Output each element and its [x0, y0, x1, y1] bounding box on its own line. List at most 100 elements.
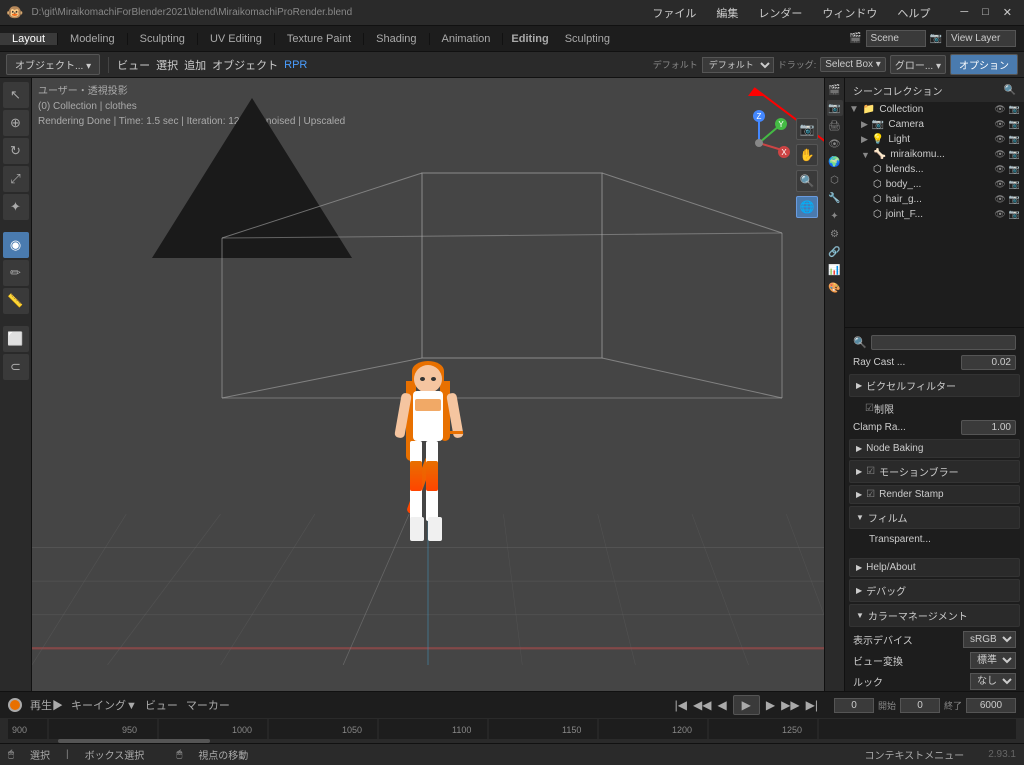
- light-vis-icon[interactable]: 👁: [994, 134, 1005, 145]
- outliner-item-collection[interactable]: ▼ 📁 Collection 👁 📷: [845, 102, 1024, 117]
- minimize-btn[interactable]: ─: [954, 6, 974, 19]
- timeline-marker-label[interactable]: マーカー: [186, 697, 230, 713]
- menu-edit[interactable]: 編集: [716, 5, 738, 21]
- color-mgmt-section[interactable]: カラーマネージメント: [849, 604, 1020, 627]
- prop-icon-scene[interactable]: 🎬: [827, 82, 843, 98]
- active-tool[interactable]: ◉: [3, 232, 29, 258]
- move-tool[interactable]: ⊕: [3, 110, 29, 136]
- outliner-item-mesh2[interactable]: ⬡ body_... 👁 📷: [845, 177, 1024, 192]
- tab-animation[interactable]: Animation: [430, 33, 504, 45]
- rpr-menu[interactable]: RPR: [284, 59, 307, 71]
- ray-cast-value[interactable]: [961, 355, 1016, 370]
- mesh2-render[interactable]: 📷: [1009, 179, 1020, 190]
- menu-window[interactable]: ウィンドウ: [822, 5, 877, 21]
- skip-end-btn[interactable]: ▶|: [806, 698, 818, 712]
- start-frame-input[interactable]: [900, 698, 940, 713]
- prop-icon-world[interactable]: 🌍: [827, 154, 843, 170]
- prop-icon-material[interactable]: 🎨: [827, 280, 843, 296]
- outliner-item-light[interactable]: ▶ 💡 Light 👁 📷: [845, 132, 1024, 147]
- render-stamp-section[interactable]: ☑ Render Stamp: [849, 485, 1020, 504]
- help-about-section[interactable]: Help/About: [849, 558, 1020, 577]
- outliner-item-mesh1[interactable]: ⬡ blends... 👁 📷: [845, 162, 1024, 177]
- annotate-tool[interactable]: ✏: [3, 260, 29, 286]
- tab-sculpting[interactable]: Sculpting: [128, 33, 198, 45]
- mesh4-render[interactable]: 📷: [1009, 209, 1020, 220]
- select-menu[interactable]: 選択: [156, 57, 178, 73]
- menu-file[interactable]: ファイル: [652, 5, 696, 21]
- prop-icon-particles[interactable]: ✦: [827, 208, 843, 224]
- pixel-filter-section[interactable]: ビクセルフィルター: [849, 374, 1020, 397]
- prop-icon-data[interactable]: 📊: [827, 262, 843, 278]
- node-baking-section[interactable]: Node Baking: [849, 439, 1020, 458]
- prop-icon-constraints[interactable]: 🔗: [827, 244, 843, 260]
- timeline-view-label[interactable]: ビュー: [145, 697, 178, 713]
- tab-modeling[interactable]: Modeling: [58, 33, 128, 45]
- view-layer-input[interactable]: [946, 30, 1016, 47]
- select-box-tool[interactable]: ⬜: [3, 326, 29, 352]
- motion-blur-section[interactable]: ☑ モーションブラー: [849, 460, 1020, 483]
- mesh2-vis[interactable]: 👁: [994, 179, 1005, 190]
- next-keyframe-btn[interactable]: ▶: [766, 698, 775, 712]
- cursor-tool[interactable]: ↖: [3, 82, 29, 108]
- outliner-search-btn[interactable]: 🔍: [1004, 85, 1016, 96]
- mesh3-render[interactable]: 📷: [1009, 194, 1020, 205]
- look-select[interactable]: なし: [970, 673, 1016, 690]
- view-transform-select[interactable]: 標準: [970, 652, 1016, 669]
- film-section[interactable]: フィルム: [849, 506, 1020, 529]
- end-frame-input[interactable]: [966, 698, 1016, 713]
- prop-icon-render[interactable]: 📷: [827, 100, 843, 116]
- mesh1-render[interactable]: 📷: [1009, 164, 1020, 175]
- arm-vis-icon[interactable]: 👁: [994, 149, 1005, 160]
- maximize-btn[interactable]: □: [976, 6, 995, 19]
- outliner-item-armature[interactable]: ▼ 🦴 miraikomu... 👁 📷: [845, 147, 1024, 162]
- timeline-play-label[interactable]: 再生▶: [30, 697, 63, 713]
- prev-frame-btn[interactable]: ◀◀: [693, 698, 711, 712]
- tab-shading[interactable]: Shading: [364, 33, 429, 45]
- tab-layout[interactable]: Layout: [0, 33, 58, 45]
- scene-input[interactable]: [866, 30, 926, 47]
- next-frame-btn[interactable]: ▶▶: [781, 698, 799, 712]
- glow-dropdown[interactable]: グロー...: [890, 55, 946, 74]
- collection-vis-icon[interactable]: 👁: [994, 104, 1005, 115]
- mesh1-vis[interactable]: 👁: [994, 164, 1005, 175]
- current-frame-input[interactable]: [834, 698, 874, 713]
- timeline-keying-label[interactable]: キーイング▼: [71, 697, 137, 713]
- rotate-view-btn[interactable]: 🌐: [796, 196, 818, 218]
- display-device-select[interactable]: sRGB: [963, 631, 1016, 648]
- prev-keyframe-btn[interactable]: ◀: [717, 698, 726, 712]
- outliner-item-mesh3[interactable]: ⬡ hair_g... 👁 📷: [845, 192, 1024, 207]
- timeline-ruler-bar[interactable]: 900 950 1000 1050 1100 1150 1200 1250: [0, 718, 1024, 743]
- tab-texture-paint[interactable]: Texture Paint: [275, 33, 364, 45]
- prop-icon-view[interactable]: 👁: [827, 136, 843, 152]
- select-box-dropdown[interactable]: Select Box: [820, 57, 886, 72]
- cam-view-btn[interactable]: 📷: [796, 118, 818, 140]
- close-btn[interactable]: ✕: [997, 6, 1018, 19]
- prop-icon-modifier[interactable]: 🔧: [827, 190, 843, 206]
- menu-render[interactable]: レンダー: [758, 5, 802, 21]
- debug-section[interactable]: デバッグ: [849, 579, 1020, 602]
- pan-btn[interactable]: ✋: [796, 144, 818, 166]
- lasso-tool[interactable]: ⊂: [3, 354, 29, 380]
- zoom-btn[interactable]: 🔍: [796, 170, 818, 192]
- view-menu[interactable]: ビュー: [117, 57, 150, 73]
- clamp-ra-value[interactable]: [961, 420, 1016, 435]
- timeline-scrollbar-thumb[interactable]: [58, 739, 209, 743]
- mesh4-vis[interactable]: 👁: [994, 209, 1005, 220]
- measure-tool[interactable]: 📏: [3, 288, 29, 314]
- transform-tool[interactable]: ✦: [3, 194, 29, 220]
- outliner-item-camera[interactable]: ▶ 📷 Camera 👁 📷: [845, 117, 1024, 132]
- light-render-icon[interactable]: 📷: [1009, 134, 1020, 145]
- camera-render-icon[interactable]: 📷: [1009, 119, 1020, 130]
- scale-tool[interactable]: ⤢: [3, 166, 29, 192]
- object-menu[interactable]: オブジェクト: [212, 57, 278, 73]
- mesh3-vis[interactable]: 👁: [994, 194, 1005, 205]
- camera-vis-icon[interactable]: 👁: [994, 119, 1005, 130]
- arm-render-icon[interactable]: 📷: [1009, 149, 1020, 160]
- prop-icon-output[interactable]: 🖨: [827, 118, 843, 134]
- coord-sys-select[interactable]: デフォルト: [702, 57, 774, 73]
- play-btn[interactable]: ▶: [733, 695, 760, 715]
- viewport[interactable]: ユーザー・透視投影 (0) Collection | clothes Rende…: [32, 78, 824, 691]
- outliner-item-mesh4[interactable]: ⬡ joint_F... 👁 📷: [845, 207, 1024, 222]
- prop-icon-physics[interactable]: ⚙: [827, 226, 843, 242]
- collection-render-icon[interactable]: 📷: [1009, 104, 1020, 115]
